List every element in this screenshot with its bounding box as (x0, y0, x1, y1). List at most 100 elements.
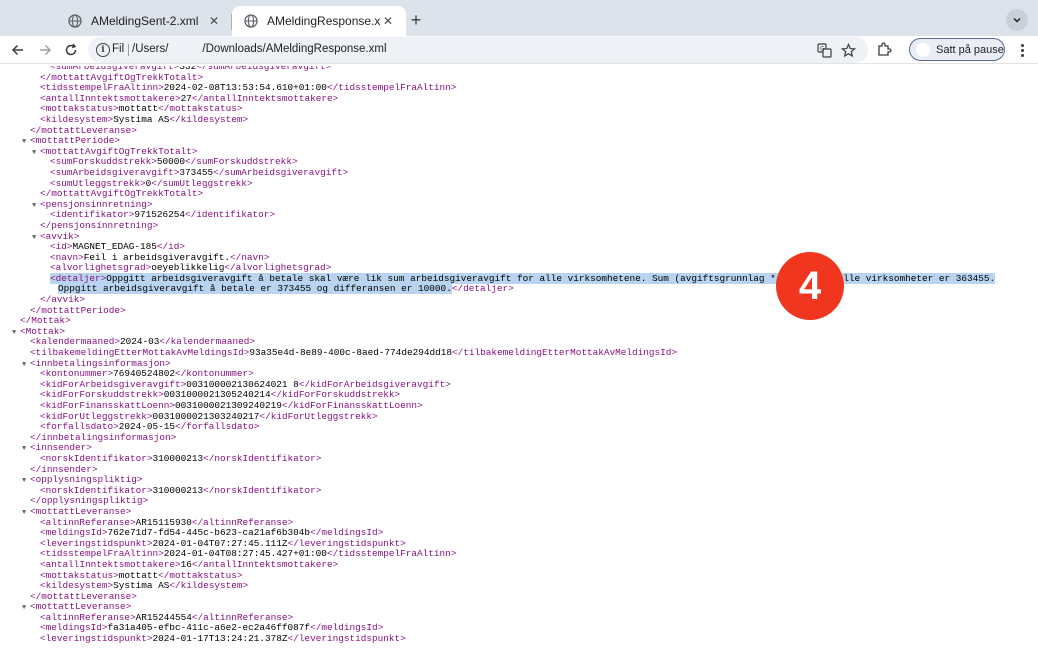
xml-content: <alvorlighetsgrad>oeyeblikkelig (50, 262, 224, 273)
xml-content: <innsender> (30, 442, 92, 454)
kebab-menu-icon[interactable] (1015, 41, 1029, 59)
xml-tag: </mottakstatus> (158, 103, 243, 115)
reload-icon[interactable] (61, 40, 81, 60)
xml-tag: <avvik> (40, 230, 80, 242)
xml-content: <altinnReferanse>AR15115930 (40, 517, 192, 528)
xml-text: Oppgitt arbeidsgiveravgift å betale er 3… (58, 283, 452, 295)
tab-title: AMeldingSent-2.xml (91, 14, 199, 28)
xml-text: Systima AS (113, 580, 170, 592)
xml-tag: <tidsstempelFraAltinn> (40, 548, 164, 560)
plus-icon[interactable]: + (406, 10, 426, 30)
xml-text: 16 (180, 558, 192, 570)
xml-tag: </mottattPeriode> (30, 304, 126, 316)
xml-content: <mottattLeveranse> (30, 506, 131, 517)
star-icon[interactable] (840, 42, 856, 58)
xml-viewer[interactable]: <sumArbeidsgiveravgift>332</sumArbeidsgi… (0, 66, 1038, 672)
xml-line: </mottattLeveranse> (0, 125, 1038, 137)
xml-tag: <sumUtleggstrekk> (50, 177, 146, 189)
globe-icon (68, 14, 82, 28)
address-bar[interactable]: i Fil /Users//Downloads/AMeldingResponse… (88, 37, 868, 63)
xml-tag: <mottakstatus> (40, 569, 119, 581)
tab-title: AMeldingResponse.xml (267, 14, 380, 28)
xml-tag: </mottakstatus> (158, 569, 243, 581)
translate-icon[interactable]: G (816, 42, 832, 58)
xml-content: <altinnReferanse>AR15244554 (40, 612, 192, 623)
info-icon[interactable]: i (96, 43, 110, 57)
pause-label: Satt på pause (936, 43, 1004, 56)
xml-content: <Mottak> (20, 326, 65, 337)
puzzle-icon[interactable] (876, 42, 892, 58)
xml-tag: </meldingsId> (310, 527, 384, 539)
xml-content: <mottakstatus>mottatt (40, 103, 158, 115)
xml-tag: </tidsstempelFraAltinn> (326, 82, 457, 94)
xml-text: 50000 (156, 156, 186, 168)
chevron-down-icon[interactable] (1006, 9, 1028, 31)
xml-content: </mottattLeveranse> (30, 125, 137, 136)
url-text[interactable]: /Users//Downloads/AMeldingResponse.xml (132, 43, 387, 55)
profile-paused-button[interactable]: Satt på pause (909, 38, 1005, 61)
xml-tag: </id> (156, 241, 186, 253)
url-scheme-label: Fil (112, 43, 125, 55)
xml-text: 2024-05-15 (118, 421, 176, 433)
xml-text: 2024-02-08T13:53:54.610+01:00 (163, 82, 327, 94)
xml-tag: <mottakstatus> (40, 103, 119, 115)
xml-tag: </kalendermaaned> (159, 336, 256, 348)
xml-text: 2024-03 (120, 336, 160, 348)
xml-text: 0031000021305240214 (163, 389, 271, 401)
xml-tag: <kidForUtleggstrekk> (40, 410, 153, 422)
xml-content: <tilbakemeldingEtterMottakAvMeldingsId>9… (30, 347, 452, 358)
xml-content: <mottakstatus>mottatt (40, 570, 158, 581)
xml-tag: <leveringstidspunkt> (40, 633, 153, 645)
xml-text: oeyeblikkelig (151, 262, 225, 274)
xml-content: </mottattPeriode> (30, 305, 126, 316)
tab-amelding-sent[interactable]: AMeldingSent-2.xml ✕ (56, 6, 232, 36)
xml-content: <meldingsId>762e71d7-fd54-445c-b623-ca21… (40, 527, 310, 538)
xml-content: <leveringstidspunkt>2024-01-17T13:24:21.… (40, 633, 288, 644)
xml-tag: <detaljer> (50, 272, 107, 284)
xml-text: 2024-01-17T13:24:21.378Z (152, 633, 288, 645)
xml-line: </Mottak> (0, 315, 1038, 327)
xml-tag: </meldingsId> (310, 622, 384, 634)
xml-text: Feil i arbeidsgiveravgift. (83, 251, 231, 263)
xml-content: </pensjonsinnretning> (40, 220, 158, 231)
xml-tag: <mottattPeriode> (30, 135, 121, 147)
xml-content: <kontonummer>76940524802 (40, 368, 175, 379)
step-number-badge: 4 (776, 252, 844, 320)
xml-text: Systima AS (113, 113, 170, 125)
xml-text: 0031000021309240219 (175, 400, 282, 411)
xml-text: 971526254 (134, 209, 186, 221)
tab-strip: AMeldingSent-2.xml ✕ AMeldingResponse.xm… (0, 0, 1038, 36)
arrow-left-icon[interactable] (8, 40, 28, 60)
xml-line: </innsender> (0, 464, 1038, 476)
xml-tag: </leveringstidspunkt> (287, 633, 406, 645)
xml-tag: <id> (50, 241, 73, 253)
xml-text: AR15244554 (135, 611, 192, 623)
xml-tag: </tilbakemeldingEtterMottakAvMeldingsId> (451, 347, 678, 359)
xml-tag: <sumArbeidsgiveravgift> (50, 166, 180, 178)
xml-tag: </avvik> (40, 294, 86, 306)
xml-text: 0031000021303240217 (152, 410, 260, 422)
xml-tag: <innsender> (30, 442, 92, 454)
xml-tag: <kildesystem> (40, 113, 114, 125)
xml-tag: <forfallsdato> (40, 421, 119, 433)
arrow-right-icon[interactable] (35, 40, 55, 60)
xml-content: <norskIdentifikator>310000213 (40, 453, 203, 464)
xml-content: </opplysningspliktig> (30, 495, 148, 507)
close-icon[interactable]: ✕ (380, 13, 396, 29)
xml-tag: </norskIdentifikator> (203, 484, 322, 496)
xml-tag: <identifikator> (50, 209, 135, 221)
selected-text: Oppgitt arbeidsgiveravgift å betale er 3… (58, 283, 452, 295)
tab-amelding-response[interactable]: AMeldingResponse.xml ✕ (232, 6, 406, 36)
xml-tag: </mottattAvgiftOgTrekkTotalt> (40, 71, 204, 83)
xml-line: <kildesystem>Systima AS</kildesystem> (0, 113, 1038, 126)
xml-content: </mottattAvgiftOgTrekkTotalt> (40, 188, 203, 199)
xml-content: <mottattPeriode> (30, 135, 120, 146)
xml-content: <kidForUtleggstrekk>0031000021303240217 (40, 411, 259, 422)
xml-tag: <kildesystem> (40, 580, 114, 592)
xml-tag: </kidForFinansskattLoenn> (281, 400, 423, 411)
xml-content: <norskIdentifikator>310000213 (40, 485, 203, 496)
close-icon[interactable]: ✕ (206, 13, 222, 29)
xml-tag: <mottattAvgiftOgTrekkTotalt> (40, 145, 198, 157)
xml-text: 2024-01-04T07:27:45.111Z (152, 537, 288, 549)
xml-content: </mottattLeveranse> (30, 591, 137, 602)
